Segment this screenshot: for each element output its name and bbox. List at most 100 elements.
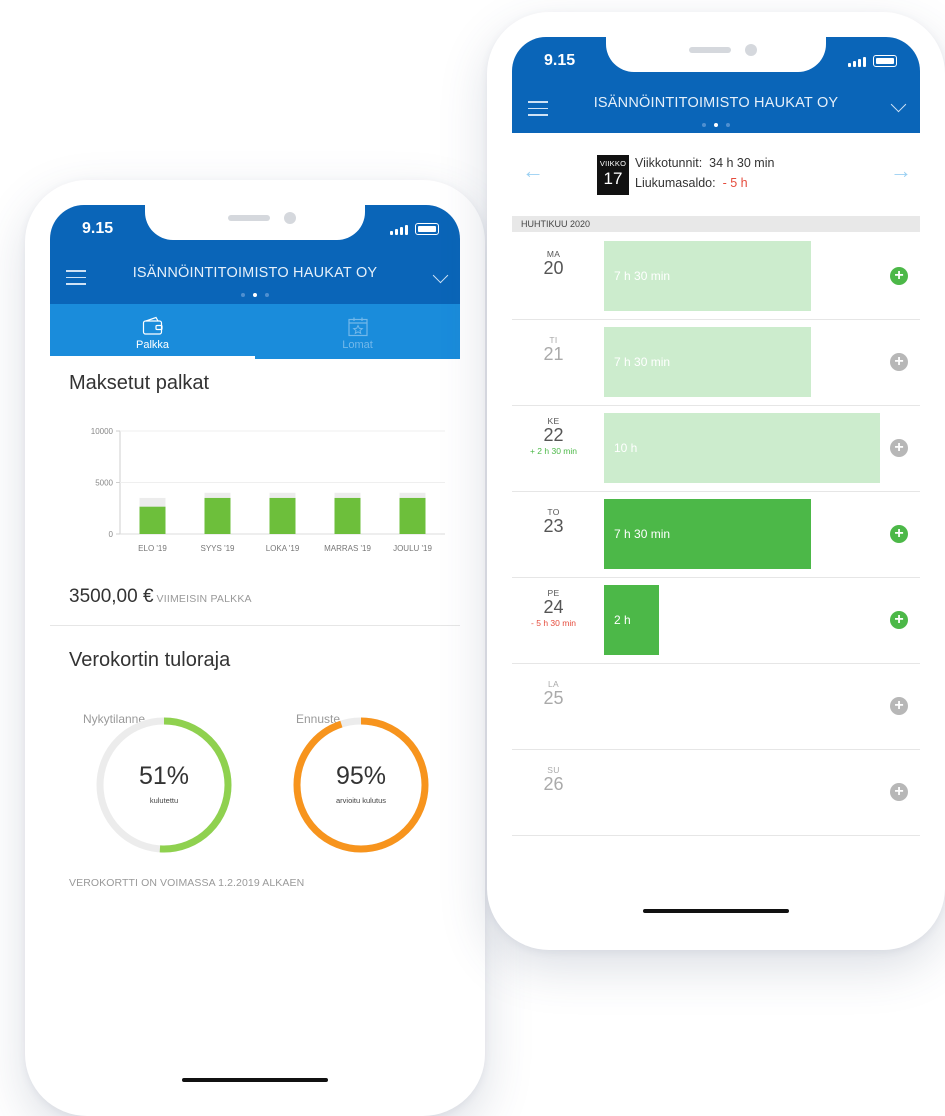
- add-entry-icon[interactable]: +: [890, 267, 908, 285]
- latest-salary: 3500,00 € VIIMEISIN PALKKA: [69, 586, 252, 608]
- day-row[interactable]: TI 21 7 h 30 min +: [512, 320, 920, 406]
- bar[interactable]: [139, 506, 166, 534]
- day-label: PE 24- 5 h 30 min: [512, 588, 595, 628]
- right-phone: 9.15 ISÄNNÖINTITOIMISTO HAUKAT OY ← VIIK…: [487, 12, 945, 950]
- section-divider: [50, 625, 460, 626]
- day-label: MA 20: [512, 249, 595, 278]
- signal-bar: [858, 59, 861, 67]
- day-number: 23: [543, 516, 564, 536]
- bar[interactable]: [399, 497, 426, 534]
- work-hours-bar[interactable]: 7 h 30 min: [604, 241, 811, 311]
- status-time: 9.15: [82, 220, 114, 237]
- week-header: ← VIIKKO 17 Viikkotunnit: 34 h 30 min Li…: [512, 133, 920, 216]
- x-tick-label: ELO '19: [138, 544, 167, 553]
- previous-week-arrow-icon[interactable]: ←: [522, 158, 544, 184]
- signal-bar: [405, 225, 408, 235]
- signal-bar: [400, 227, 403, 235]
- wallet-icon: [142, 316, 163, 335]
- right-notch: [606, 37, 826, 72]
- left-app-bar: 9.15 ISÄNNÖINTITOIMISTO HAUKAT OY: [50, 205, 460, 305]
- tab-label: Lomat: [342, 339, 373, 351]
- signal-bar: [853, 61, 856, 67]
- week-badge: VIIKKO 17: [597, 155, 629, 195]
- add-entry-icon[interactable]: +: [890, 697, 908, 715]
- x-tick-label: JOULU '19: [393, 544, 432, 553]
- day-flex-balance: + 2 h 30 min: [529, 446, 577, 456]
- speaker: [228, 215, 270, 221]
- status-icons: [848, 55, 897, 67]
- company-name: ISÄNNÖINTITOIMISTO HAUKAT OY: [593, 95, 839, 111]
- month-header: HUHTIKUU 2020: [512, 216, 920, 232]
- add-entry-icon[interactable]: +: [890, 783, 908, 801]
- add-entry-icon[interactable]: +: [890, 353, 908, 371]
- bar[interactable]: [334, 497, 361, 534]
- x-tick-label: LOKA '19: [266, 544, 300, 553]
- day-row[interactable]: TO 23 7 h 30 min +: [512, 492, 920, 578]
- bar[interactable]: [204, 497, 231, 534]
- left-phone: 9.15 ISÄNNÖINTITOIMISTO HAUKAT OY Palkka…: [25, 180, 485, 1116]
- day-flex-balance: - 5 h 30 min: [531, 618, 576, 628]
- tab-label: Palkka: [135, 339, 170, 351]
- y-tick-label: 10000: [91, 427, 114, 436]
- tab-bar: Palkka Lomat: [50, 304, 460, 359]
- tab-palkka[interactable]: Palkka: [50, 304, 255, 359]
- day-row[interactable]: LA 25 +: [512, 664, 920, 750]
- add-entry-icon[interactable]: +: [890, 439, 908, 457]
- weekly-hours-value: 34 h 30 min: [709, 156, 775, 170]
- latest-salary-amount: 3500,00 €: [69, 586, 154, 607]
- add-entry-icon[interactable]: +: [890, 525, 908, 543]
- gauge-current-caption: kulutettu: [149, 796, 179, 805]
- signal-icon: [390, 231, 393, 235]
- x-tick-label: MARRAS '19: [324, 544, 371, 553]
- tab-lomat[interactable]: Lomat: [255, 304, 460, 359]
- gauge-forecast-percent: 95%: [335, 762, 387, 790]
- flex-balance-label: Liukumasaldo:: [635, 176, 716, 190]
- home-indicator: [643, 909, 789, 913]
- work-hours-bar[interactable]: 2 h: [604, 585, 660, 655]
- work-hours-bar[interactable]: 10 h: [604, 413, 880, 483]
- signal-icon: [848, 63, 851, 67]
- battery-icon: [873, 55, 897, 67]
- week-number: 17: [603, 169, 623, 188]
- day-label: LA 25: [512, 679, 595, 708]
- weekly-hours-label: Viikkotunnit:: [635, 156, 703, 170]
- day-row[interactable]: KE 22 + 2 h 30 min 10 h +: [512, 406, 920, 492]
- battery-icon: [415, 223, 439, 235]
- flex-balance-value: - 5 h: [722, 176, 748, 190]
- week-badge-label: VIIKKO: [599, 159, 627, 168]
- day-row[interactable]: PE 24- 5 h 30 min 2 h +: [512, 578, 920, 664]
- status-time: 9.15: [544, 52, 576, 69]
- status-icons: [390, 223, 439, 235]
- salary-chart: 0 5000 10000 ELO '19 SYYS '19 LOKA '19 MARRAS …: [91, 427, 445, 553]
- calendar-star-icon: [347, 317, 368, 337]
- add-entry-icon[interactable]: +: [890, 611, 908, 629]
- x-tick-label: SYYS '19: [201, 544, 236, 553]
- day-number: 24: [543, 597, 564, 617]
- signal-bar: [395, 229, 398, 235]
- home-indicator: [182, 1078, 328, 1082]
- y-tick-label: 0: [109, 530, 114, 539]
- day-number: 25: [543, 688, 564, 708]
- right-screen: 9.15 ISÄNNÖINTITOIMISTO HAUKAT OY ← VIIK…: [512, 37, 920, 927]
- day-row[interactable]: MA 20 7 h 30 min +: [512, 234, 920, 320]
- day-number: 22: [543, 425, 564, 445]
- day-number: 26: [543, 774, 564, 794]
- company-name: ISÄNNÖINTITOIMISTO HAUKAT OY: [132, 265, 378, 281]
- latest-salary-label: VIIMEISIN PALKKA: [156, 593, 252, 605]
- page-dots: [50, 293, 460, 297]
- day-row[interactable]: SU 26 +: [512, 750, 920, 836]
- page-dots: [512, 123, 920, 127]
- speaker: [689, 47, 731, 53]
- day-label: SU 26: [512, 765, 595, 794]
- bar[interactable]: [269, 497, 296, 534]
- left-notch: [145, 205, 365, 240]
- work-hours-bar[interactable]: 7 h 30 min: [604, 499, 811, 569]
- salaries-title: Maksetut palkat: [69, 372, 210, 394]
- work-hours-bar[interactable]: 7 h 30 min: [604, 327, 811, 397]
- day-label: TI 21: [512, 335, 595, 364]
- week-summary: Viikkotunnit: 34 h 30 min Liukumasaldo: …: [635, 153, 774, 193]
- gauge-current-percent: 51%: [138, 762, 190, 790]
- day-number: 20: [543, 258, 564, 278]
- next-week-arrow-icon[interactable]: →: [890, 158, 912, 184]
- day-number: 21: [543, 344, 564, 364]
